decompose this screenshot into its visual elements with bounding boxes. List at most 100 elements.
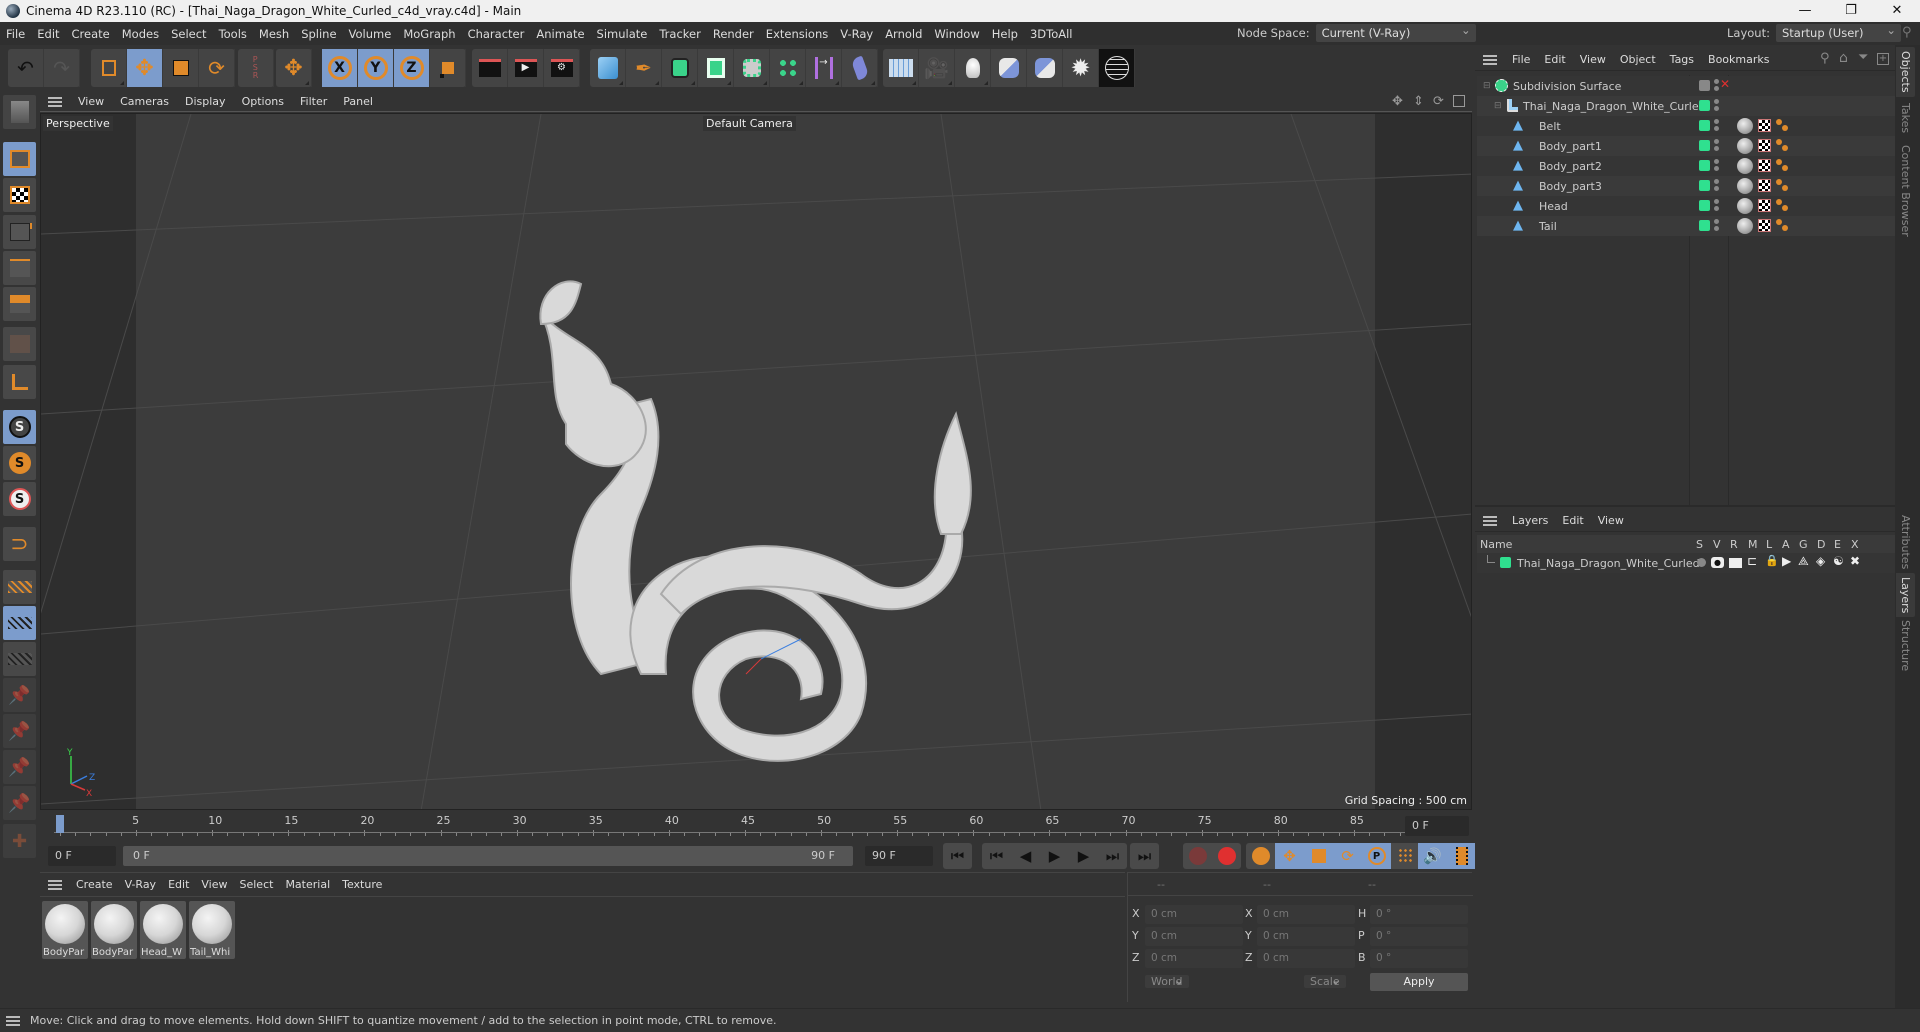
object-row-body-part1[interactable]: ▲ Body_part1 [1477, 136, 1895, 156]
timeline-playhead[interactable] [56, 815, 64, 833]
material-item[interactable]: BodyPar [42, 901, 88, 959]
vray-globe-button[interactable] [1099, 49, 1135, 87]
layers-menu-edit[interactable]: Edit [1555, 514, 1590, 527]
enabled-x-icon[interactable]: ✕ [1720, 77, 1730, 91]
uvw-tag-icon[interactable] [1758, 199, 1771, 212]
object-name[interactable]: Tail [1539, 220, 1557, 233]
objects-menu-tags[interactable]: Tags [1663, 53, 1701, 66]
layer-render-icon[interactable] [1729, 558, 1742, 568]
visibility-dots-icon[interactable] [1714, 119, 1719, 132]
menu-vray[interactable]: V-Ray [834, 27, 879, 41]
key-scale-button[interactable] [1304, 843, 1333, 869]
layer-animation-icon[interactable]: ▶ [1782, 554, 1791, 568]
material-tag-icon[interactable] [1737, 138, 1753, 154]
coordinate-space-select[interactable]: World [1145, 975, 1189, 988]
y-axis-lock-button[interactable]: Y [358, 49, 394, 87]
material-tag-icon[interactable] [1737, 178, 1753, 194]
cloner-button[interactable] [734, 49, 770, 87]
layer-lock-icon[interactable]: 🔒 [1765, 554, 1779, 567]
rot-p-field[interactable]: 0 ° [1370, 927, 1468, 946]
visibility-dots-icon[interactable] [1714, 199, 1719, 212]
close-button[interactable]: ✕ [1874, 0, 1920, 22]
redo-button[interactable]: ↷ [44, 49, 80, 87]
make-editable-button[interactable] [3, 95, 36, 129]
light-button[interactable] [955, 49, 991, 87]
render-picture-viewer-button[interactable]: ▶ [508, 49, 544, 87]
tab-layers[interactable]: Layers [1896, 573, 1915, 618]
prev-key-button[interactable]: ⏮ [982, 843, 1011, 869]
current-frame-field[interactable]: 0 F [48, 846, 116, 866]
pin-r-button[interactable]: 📌 [3, 750, 36, 784]
align-workplane-button[interactable] [3, 642, 36, 676]
viewport-menu-cameras[interactable]: Cameras [112, 95, 177, 108]
scale-button[interactable] [163, 49, 199, 87]
psr-button[interactable]: PSR [238, 49, 274, 87]
material-menu-select[interactable]: Select [234, 878, 280, 891]
objects-hamburger-icon[interactable] [1483, 54, 1497, 65]
python-generator-button[interactable] [991, 49, 1027, 87]
viewport-maximize-icon[interactable] [1453, 95, 1465, 107]
layout-dropdown[interactable]: Startup (User) [1775, 21, 1901, 42]
object-row-body-part2[interactable]: ▲ Body_part2 [1477, 156, 1895, 176]
menu-edit[interactable]: Edit [31, 27, 65, 41]
vray-settings-button[interactable]: ✹ [1063, 49, 1099, 87]
object-row-body-part3[interactable]: ▲ Body_part3 [1477, 176, 1895, 196]
layers-menu-layers[interactable]: Layers [1505, 514, 1555, 527]
objects-search-icon[interactable]: ⚲ [1820, 51, 1830, 66]
layer-color-icon[interactable] [1699, 100, 1710, 111]
viewport-menu-display[interactable]: Display [177, 95, 234, 108]
layer-color-icon[interactable] [1699, 140, 1710, 151]
frame-range-slider[interactable]: 0 F 90 F [123, 846, 853, 866]
objects-menu-bookmarks[interactable]: Bookmarks [1701, 53, 1776, 66]
object-row-subdivision-surface[interactable]: ⊟ Subdivision Surface ✕ [1477, 76, 1895, 96]
live-selection-button[interactable] [91, 49, 127, 87]
key-parameter-button[interactable]: P [1362, 843, 1391, 869]
menu-tracker[interactable]: Tracker [653, 27, 707, 41]
menu-animate[interactable]: Animate [530, 27, 590, 41]
tab-attributes[interactable]: Attributes [1899, 515, 1912, 569]
search-icon[interactable]: ⚲ [1902, 25, 1912, 40]
uv-mode-button[interactable] [3, 327, 36, 361]
layer-none-icon[interactable] [1699, 80, 1710, 91]
node-space-dropdown[interactable]: Current (V-Ray) [1315, 21, 1476, 42]
end-frame-field[interactable]: 90 F [865, 846, 933, 866]
layers-col-animation[interactable]: A [1782, 538, 1790, 551]
layer-xref-icon[interactable]: ✖ [1850, 554, 1860, 568]
workplane-button[interactable] [3, 570, 36, 604]
vray-tag-icon[interactable] [1776, 139, 1790, 153]
play-button[interactable]: ▶ [1040, 843, 1069, 869]
key-rotation-button[interactable]: ⟳ [1333, 843, 1362, 869]
viewport-menu-panel[interactable]: Panel [335, 95, 381, 108]
pin-target-button[interactable]: 📌 [3, 786, 36, 820]
menu-file[interactable]: File [0, 27, 31, 41]
extrude-button[interactable] [698, 49, 734, 87]
uvw-tag-icon[interactable] [1758, 159, 1771, 172]
material-menu-edit[interactable]: Edit [162, 878, 195, 891]
layer-row[interactable]: Thai_Naga_Dragon_White_Curled ● ⊏ 🔒 ▶ ⟁ … [1477, 553, 1895, 573]
menu-tools[interactable]: Tools [213, 27, 253, 41]
model-mode-button[interactable] [3, 142, 36, 176]
world-axis-button[interactable]: ✥ [276, 49, 312, 87]
pos-x-field[interactable]: 0 cm [1145, 905, 1243, 924]
material-menu-view[interactable]: View [195, 878, 233, 891]
objects-filter-icon[interactable]: ⏷ [1858, 50, 1868, 65]
menu-volume[interactable]: Volume [343, 27, 398, 41]
render-view-button[interactable] [472, 49, 508, 87]
timeline-ruler[interactable]: 051015202530354045505560657075808590 0 F [40, 812, 1472, 840]
menu-character[interactable]: Character [462, 27, 531, 41]
sound-button[interactable]: 🔊 [1418, 843, 1447, 869]
points-mode-button[interactable] [3, 215, 36, 249]
uvw-tag-icon[interactable] [1758, 179, 1771, 192]
camera-name-label[interactable]: Default Camera [703, 116, 796, 131]
menu-3dtoall[interactable]: 3DToAll [1024, 27, 1079, 41]
layer-solo-icon[interactable] [1697, 558, 1706, 567]
visibility-dots-icon[interactable] [1714, 159, 1719, 172]
layers-col-expressions[interactable]: E [1834, 538, 1841, 551]
key-pla-button[interactable] [1391, 843, 1420, 869]
apply-button[interactable]: Apply [1370, 973, 1468, 991]
uvw-tag-icon[interactable] [1758, 119, 1771, 132]
material-menu-texture[interactable]: Texture [336, 878, 388, 891]
menu-simulate[interactable]: Simulate [591, 27, 654, 41]
mograph-cubes-button[interactable] [770, 49, 806, 87]
layer-color-swatch[interactable] [1500, 557, 1511, 568]
